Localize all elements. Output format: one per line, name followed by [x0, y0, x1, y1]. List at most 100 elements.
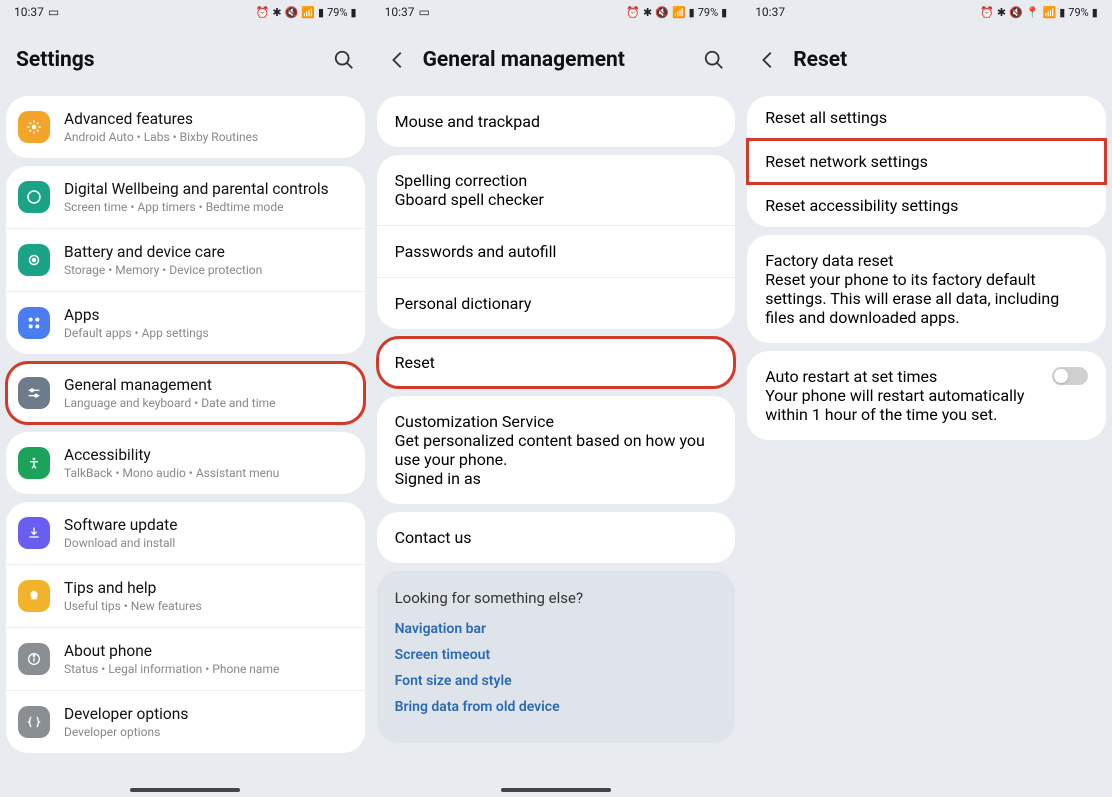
looking-for-card: Looking for something else? Navigation b…	[377, 571, 736, 743]
settings-item-software[interactable]: Software update Download and install	[6, 502, 365, 564]
reset-item-network[interactable]: Reset network settings	[747, 139, 1106, 184]
home-indicator[interactable]	[501, 788, 611, 792]
reset-item-all[interactable]: Reset all settings	[747, 96, 1106, 139]
back-icon[interactable]	[757, 49, 779, 71]
item-title: Digital Wellbeing and parental controls	[64, 180, 353, 198]
status-time: 10:37	[385, 5, 415, 19]
footer-link-screentimeout[interactable]: Screen timeout	[395, 647, 718, 663]
battery-text: 79%	[698, 6, 718, 19]
reset-scroll[interactable]: Reset all settings Reset network setting…	[741, 88, 1112, 797]
settings-item-accessibility[interactable]: Accessibility TalkBack • Mono audio • As…	[6, 432, 365, 494]
bluetooth-icon: ✱	[272, 6, 281, 19]
braces-icon	[18, 706, 50, 738]
item-title: Personal dictionary	[395, 294, 718, 313]
gear-icon	[18, 111, 50, 143]
gm-scroll[interactable]: Mouse and trackpad Spelling correction G…	[371, 88, 742, 797]
bluetooth-icon: ✱	[643, 6, 652, 19]
alarm-icon: ⏰	[980, 6, 994, 19]
sliders-icon	[18, 377, 50, 409]
care-icon	[18, 244, 50, 276]
item-sub: Screen time • App timers • Bedtime mode	[64, 200, 353, 214]
search-icon[interactable]	[703, 49, 725, 71]
item-sub: Useful tips • New features	[64, 599, 353, 613]
item-title: Developer options	[64, 705, 353, 723]
battery-text: 79%	[327, 6, 347, 19]
battery-icon: ▮	[721, 6, 727, 19]
home-indicator[interactable]	[130, 788, 240, 792]
settings-item-advanced[interactable]: Advanced features Android Auto • Labs • …	[6, 96, 365, 158]
settings-item-tips[interactable]: Tips and help Useful tips • New features	[6, 564, 365, 627]
settings-item-battery[interactable]: Battery and device care Storage • Memory…	[6, 228, 365, 291]
reset-item-factory[interactable]: Factory data reset Reset your phone to i…	[747, 235, 1106, 343]
footer-link-bringdata[interactable]: Bring data from old device	[395, 699, 718, 715]
screen-reset: 10:37 ⏰ ✱ 🔇 📍 📶 ▮ 79% ▮ Reset Reset all …	[741, 0, 1112, 797]
footer-link-font[interactable]: Font size and style	[395, 673, 718, 689]
settings-scroll[interactable]: Advanced features Android Auto • Labs • …	[0, 88, 371, 797]
alarm-icon: ⏰	[626, 6, 640, 19]
item-sub: Get personalized content based on how yo…	[395, 431, 718, 469]
item-sub: Gboard spell checker	[395, 190, 718, 209]
wellbeing-icon	[18, 181, 50, 213]
item-title: Reset accessibility settings	[765, 196, 1088, 215]
picture-icon: ▭	[418, 5, 429, 19]
search-icon[interactable]	[333, 49, 355, 71]
status-time: 10:37	[755, 5, 785, 19]
gm-item-customization[interactable]: Customization Service Get personalized c…	[377, 396, 736, 504]
settings-item-about[interactable]: About phone Status • Legal information •…	[6, 627, 365, 690]
item-title: Advanced features	[64, 110, 353, 128]
reset-item-autorestart[interactable]: Auto restart at set times Your phone wil…	[747, 351, 1106, 440]
gm-item-spelling[interactable]: Spelling correction Gboard spell checker	[377, 155, 736, 225]
item-sub: Reset your phone to its factory default …	[765, 270, 1088, 327]
signal-icon: ▮	[689, 6, 695, 19]
page-title: Reset	[793, 48, 1096, 72]
back-icon[interactable]	[387, 49, 409, 71]
item-sub: Language and keyboard • Date and time	[64, 396, 353, 410]
gm-item-contact[interactable]: Contact us	[377, 512, 736, 563]
screen-settings: 10:37 ▭ ⏰ ✱ 🔇 📶 ▮ 79% ▮ Settings Advance…	[0, 0, 371, 797]
item-sub: Download and install	[64, 536, 353, 550]
person-icon	[18, 447, 50, 479]
item-sub: Storage • Memory • Device protection	[64, 263, 353, 277]
footer-link-navbar[interactable]: Navigation bar	[395, 621, 718, 637]
item-title: Reset network settings	[765, 152, 1088, 171]
autorestart-toggle[interactable]	[1052, 367, 1088, 385]
settings-item-wellbeing[interactable]: Digital Wellbeing and parental controls …	[6, 166, 365, 228]
settings-item-developer[interactable]: Developer options Developer options	[6, 690, 365, 753]
footer-heading: Looking for something else?	[395, 589, 718, 607]
item-title: Mouse and trackpad	[395, 112, 718, 131]
mute-icon: 🔇	[1009, 6, 1023, 19]
signal-icon: ▮	[318, 6, 324, 19]
mute-icon: 🔇	[655, 6, 669, 19]
gm-item-passwords[interactable]: Passwords and autofill	[377, 225, 736, 277]
header: General management	[371, 24, 742, 88]
location-icon: 📍	[1026, 6, 1040, 19]
item-sub: Android Auto • Labs • Bixby Routines	[64, 130, 353, 144]
item-title: Accessibility	[64, 446, 353, 464]
item-title: Factory data reset	[765, 251, 1088, 270]
wifi-icon: 📶	[301, 6, 315, 19]
battery-icon: ▮	[351, 6, 357, 19]
gm-item-dictionary[interactable]: Personal dictionary	[377, 277, 736, 329]
info-icon	[18, 643, 50, 675]
header: Settings	[0, 24, 371, 88]
status-bar: 10:37 ▭ ⏰ ✱ 🔇 📶 ▮ 79% ▮	[0, 0, 371, 24]
wifi-icon: 📶	[672, 6, 686, 19]
status-bar: 10:37 ⏰ ✱ 🔇 📍 📶 ▮ 79% ▮	[741, 0, 1112, 24]
settings-item-general[interactable]: General management Language and keyboard…	[6, 362, 365, 424]
page-title: General management	[423, 48, 690, 72]
item-title: Reset all settings	[765, 108, 1088, 127]
settings-item-apps[interactable]: Apps Default apps • App settings	[6, 291, 365, 354]
gm-item-mouse[interactable]: Mouse and trackpad	[377, 96, 736, 147]
gm-item-reset[interactable]: Reset	[377, 337, 736, 388]
item-title: Spelling correction	[395, 171, 718, 190]
header: Reset	[741, 24, 1112, 88]
reset-item-accessibility[interactable]: Reset accessibility settings	[747, 184, 1106, 227]
item-title: Auto restart at set times	[765, 367, 1040, 386]
battery-text: 79%	[1068, 6, 1088, 19]
item-sub: Your phone will restart automatically wi…	[765, 386, 1040, 424]
bulb-icon	[18, 580, 50, 612]
picture-icon: ▭	[48, 5, 59, 19]
item-title: Battery and device care	[64, 243, 353, 261]
item-title: About phone	[64, 642, 353, 660]
item-link[interactable]: Signed in as	[395, 469, 718, 488]
